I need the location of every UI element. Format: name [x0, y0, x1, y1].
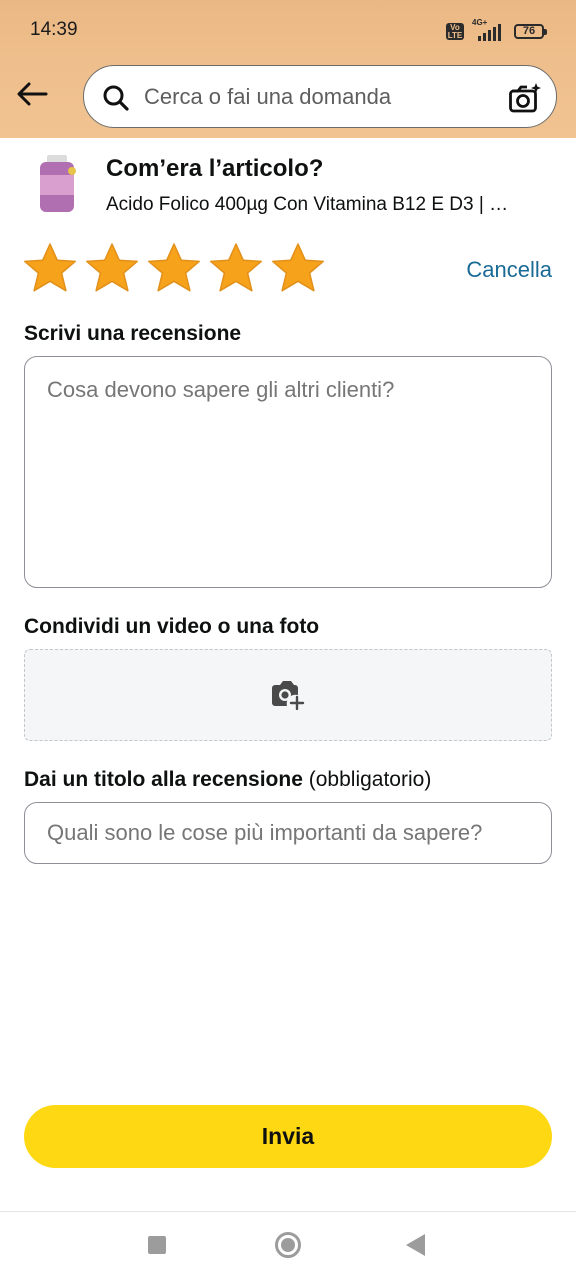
header: 14:39 Vo LTE 4G+ 76 — [0, 0, 576, 138]
back-button[interactable] — [14, 76, 50, 112]
battery-icon: 76 — [514, 23, 547, 39]
star-icon[interactable] — [146, 241, 202, 297]
status-time: 14:39 — [30, 19, 78, 40]
star-icon[interactable] — [208, 241, 264, 297]
review-textarea[interactable] — [47, 377, 527, 567]
status-icons: Vo LTE 4G+ 76 — [446, 18, 547, 42]
system-nav-bar — [0, 1211, 576, 1281]
title-label-text: Dai un titolo alla recensione — [24, 768, 303, 791]
signal-icon: 4G+ — [472, 18, 506, 41]
star-icon[interactable] — [84, 241, 140, 297]
write-review-label: Scrivi una recensione — [24, 322, 242, 345]
star-rating[interactable] — [22, 241, 326, 297]
nav-back-icon[interactable] — [406, 1234, 425, 1256]
back-arrow-icon — [17, 82, 48, 106]
title-label: Dai un titolo alla recensione (obbligato… — [24, 768, 431, 792]
product-image — [36, 155, 78, 213]
recent-apps-icon[interactable] — [148, 1236, 166, 1254]
review-title-input[interactable] — [47, 818, 527, 848]
add-media-button[interactable] — [24, 649, 552, 741]
product-name: Acido Folico 400µg Con Vitamina B12 E D3… — [106, 194, 509, 215]
star-icon[interactable] — [270, 241, 326, 297]
media-label: Condividi un video o una foto — [24, 615, 320, 638]
volte-icon: Vo LTE — [446, 22, 464, 40]
review-text-box[interactable] — [24, 356, 552, 588]
home-icon[interactable] — [275, 1232, 301, 1258]
review-title-field[interactable] — [24, 802, 552, 864]
review-heading: Com’era l’articolo? — [106, 155, 324, 182]
clear-rating-link[interactable]: Cancella — [466, 257, 552, 283]
required-note: (obbligatorio) — [308, 768, 432, 791]
star-icon[interactable] — [22, 241, 78, 297]
search-input[interactable] — [144, 82, 484, 112]
camera-search-icon[interactable] — [508, 82, 542, 114]
add-photo-icon — [272, 681, 305, 710]
search-icon — [103, 85, 129, 111]
search-bar[interactable] — [83, 65, 557, 128]
submit-button[interactable]: Invia — [24, 1105, 552, 1168]
